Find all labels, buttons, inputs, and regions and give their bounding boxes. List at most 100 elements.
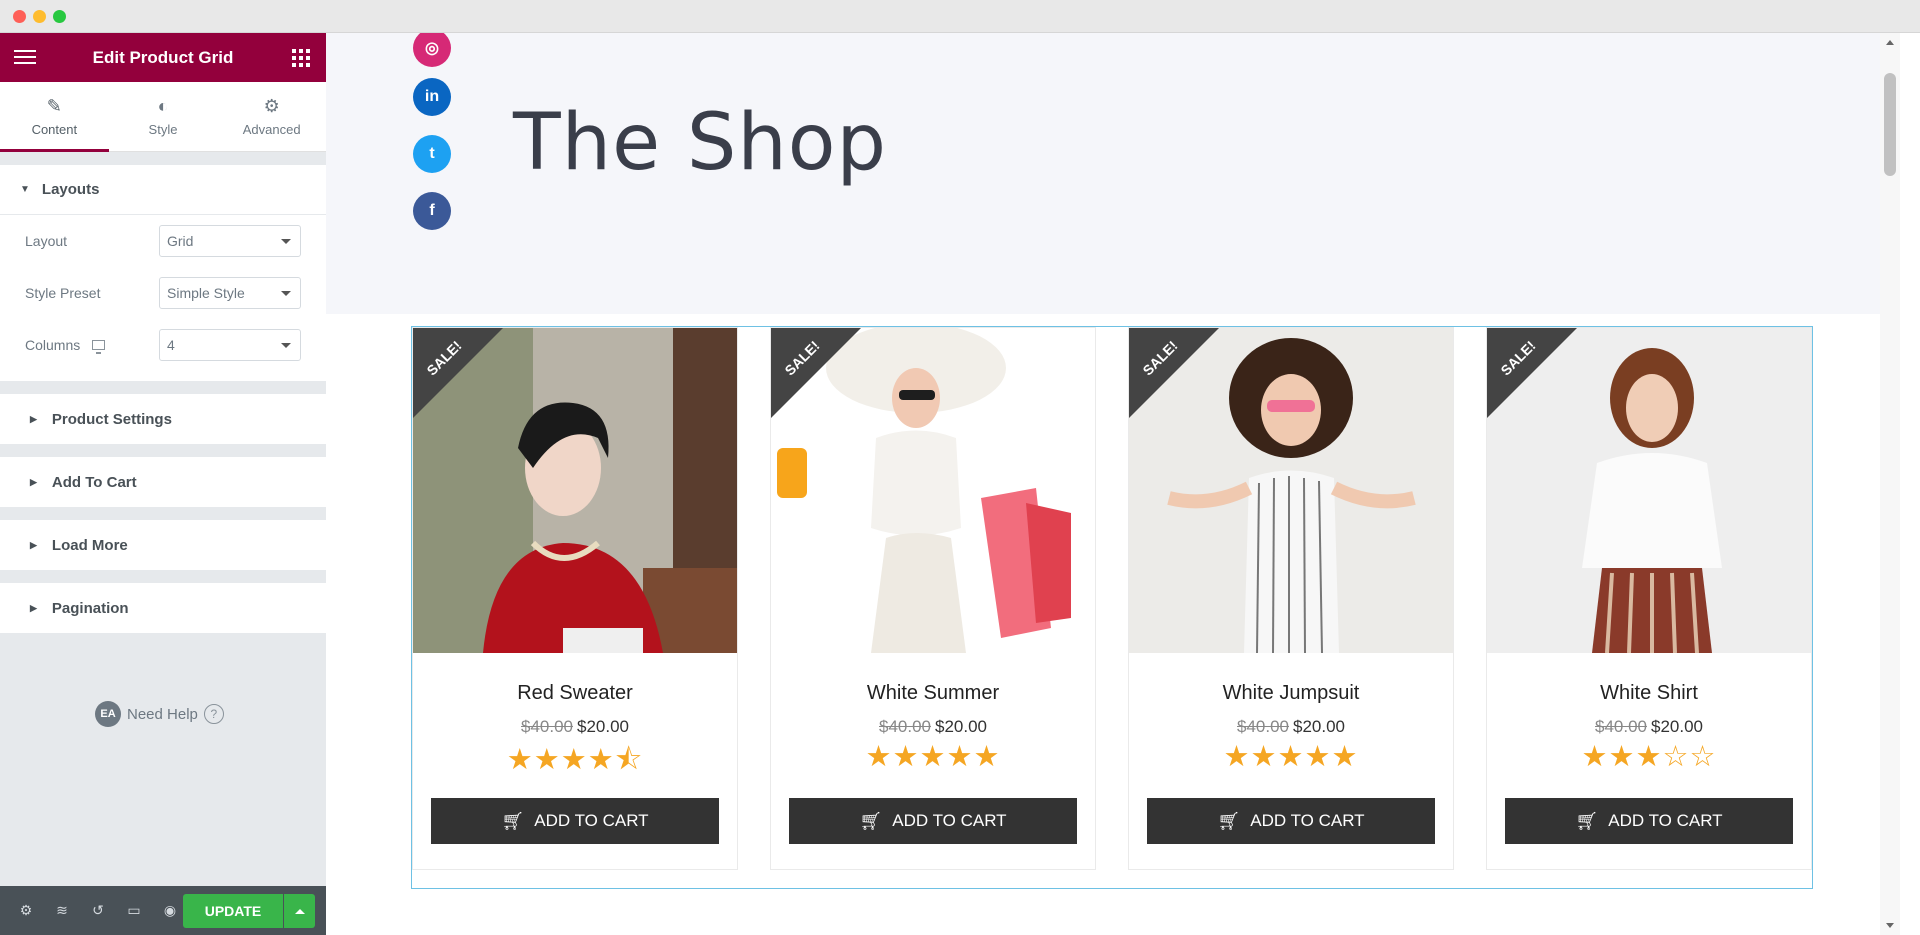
desktop-icon[interactable] [92,340,106,354]
cart-icon: 🛒︎ [501,810,525,831]
help-question-icon: ? [203,704,224,724]
star-rating: ★★★★★ [865,741,1001,773]
product-name[interactable]: White Jumpsuit [1129,682,1453,705]
hamburger-menu-icon[interactable] [14,50,36,66]
minimize-window-button[interactable] [33,10,46,23]
cart-icon: 🛒︎ [1217,810,1241,831]
settings-gear-icon[interactable]: ⚙ [8,886,44,935]
layers-icon[interactable]: ≋ [44,886,80,935]
product-card[interactable]: SALE! Red Sweater $40.00 $20.00 ★★★★⯪ 🛒︎ A… [412,327,738,870]
sale-badge: SALE! [1487,328,1577,418]
need-help-link[interactable]: EA Need Help ? [95,701,224,727]
sale-badge: SALE! [1129,328,1219,418]
star-rating: ★★★☆☆ [1581,741,1717,773]
twitter-icon[interactable]: t [413,135,451,173]
product-grid: SALE! Red Sweater $40.00 $20.00 ★★★★⯪ 🛒︎ A… [411,326,1813,889]
window-titlebar [0,0,1920,33]
add-to-cart-button[interactable]: 🛒︎ ADD TO CART [789,798,1077,844]
caret-right-icon: ▶ [30,539,37,550]
product-card[interactable]: SALE! White Summer $40.00 $20.00 ★★★★★ 🛒︎… [770,327,1096,870]
product-price: $40.00 $20.00 [1487,717,1811,737]
add-to-cart-label: ADD TO CART [534,811,649,830]
product-price: $40.00 $20.00 [1129,717,1453,737]
sale-price: $20.00 [935,717,987,736]
style-preset-control: Style Preset Simple Style [0,267,326,319]
old-price: $40.00 [521,717,573,736]
product-card[interactable]: SALE! White Shirt $40.00 $20.00 ★★★☆☆ 🛒︎ A… [1486,327,1812,870]
caret-down-icon: ▼ [20,184,30,195]
star-rating: ★★★★⯪ [506,744,644,776]
page-title: The Shop [513,98,888,188]
style-preset-select[interactable]: Simple Style [159,277,301,309]
section-load-more[interactable]: ▶ Load More [0,520,326,570]
preview-canvas: ◎ in t f The Shop SALE! Red Sweater $40.… [326,33,1900,935]
section-pagination[interactable]: ▶ Pagination [0,583,326,633]
widgets-grid-icon[interactable] [292,49,310,67]
sale-badge: SALE! [771,328,861,418]
editor-sidebar: Edit Product Grid ✎ Content ◐ Style ⚙ Ad… [0,33,326,935]
pencil-icon: ✎ [46,96,62,116]
layouts-section-header[interactable]: ▼ Layouts [0,165,326,215]
sidebar-title: Edit Product Grid [92,47,234,67]
product-name[interactable]: White Summer [771,682,1095,705]
product-name[interactable]: White Shirt [1487,682,1811,705]
scroll-up-arrow-icon[interactable] [1886,40,1894,45]
instagram-icon[interactable]: ◎ [413,33,451,67]
section-label: Product Settings [51,410,172,428]
add-to-cart-button[interactable]: 🛒︎ ADD TO CART [1505,798,1793,844]
tab-content-label: Content [31,122,78,137]
tab-style[interactable]: ◐ Style [109,82,218,151]
add-to-cart-label: ADD TO CART [1608,811,1723,830]
sidebar-footer: ⚙ ≋ ↺ ▭ ◉ UPDATE [0,886,326,935]
half-circle-icon: ◐ [157,96,169,116]
style-preset-label: Style Preset [25,285,101,301]
layout-select[interactable]: Grid [159,225,301,257]
responsive-mode-icon[interactable]: ▭ [116,886,152,935]
caret-right-icon: ▶ [30,413,37,424]
cart-icon: 🛒︎ [859,810,883,831]
scrollbar-thumb[interactable] [1884,73,1896,176]
add-to-cart-button[interactable]: 🛒︎ ADD TO CART [1147,798,1435,844]
columns-select[interactable]: 4 [159,329,301,361]
old-price: $40.00 [879,717,931,736]
tab-style-label: Style [148,122,178,137]
facebook-icon[interactable]: f [413,192,451,230]
sale-price: $20.00 [1293,717,1345,736]
layout-label: Layout [25,233,68,249]
old-price: $40.00 [1595,717,1647,736]
add-to-cart-label: ADD TO CART [1250,811,1365,830]
layouts-section-title: Layouts [41,181,100,198]
sale-price: $20.00 [1651,717,1703,736]
tab-content[interactable]: ✎ Content [0,82,109,152]
close-window-button[interactable] [13,10,26,23]
update-button[interactable]: UPDATE [183,894,283,928]
maximize-window-button[interactable] [53,10,66,23]
tab-advanced-label: Advanced [242,122,301,137]
scroll-down-arrow-icon[interactable] [1886,923,1894,928]
sidebar-header: Edit Product Grid [0,33,326,82]
section-add-to-cart[interactable]: ▶ Add To Cart [0,457,326,507]
product-name[interactable]: Red Sweater [413,682,737,705]
gear-icon: ⚙ [263,96,280,116]
product-card[interactable]: SALE! White Jumpsuit $40.00 $20.00 ★★★★★ … [1128,327,1454,870]
ea-logo-icon: EA [95,701,121,727]
sale-badge: SALE! [413,328,503,418]
linkedin-icon[interactable]: in [413,78,451,116]
page-scrollbar[interactable] [1880,33,1900,935]
columns-control: Columns 4 [0,319,326,371]
old-price: $40.00 [1237,717,1289,736]
add-to-cart-button[interactable]: 🛒︎ ADD TO CART [431,798,719,844]
layout-control: Layout Grid [0,215,326,267]
need-help-label: Need Help [127,705,198,723]
panel-tabs: ✎ Content ◐ Style ⚙ Advanced [0,82,326,152]
caret-right-icon: ▶ [30,602,37,613]
star-rating: ★★★★★ [1223,741,1359,773]
history-icon[interactable]: ↺ [80,886,116,935]
tab-advanced[interactable]: ⚙ Advanced [217,82,326,151]
cart-icon: 🛒︎ [1575,810,1599,831]
layouts-section: ▼ Layouts Layout Grid Style Preset Simpl… [0,165,326,381]
product-price: $40.00 $20.00 [771,717,1095,737]
section-product-settings[interactable]: ▶ Product Settings [0,394,326,444]
section-label: Pagination [51,599,129,617]
update-options-caret-icon[interactable] [284,894,315,928]
